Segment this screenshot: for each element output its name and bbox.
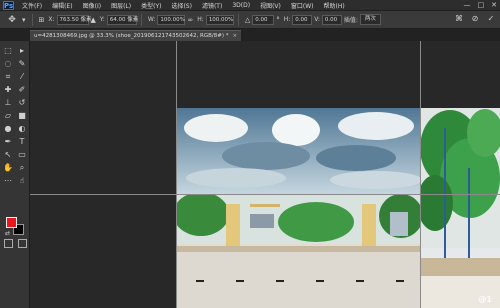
separator [140, 13, 142, 26]
menu-window[interactable]: 窗口(W) [286, 1, 319, 10]
path-select-tool-icon[interactable]: ↖ [2, 149, 14, 161]
menu-file[interactable]: 文件(F) [17, 1, 47, 10]
brush-tool-icon[interactable]: ✐ [16, 84, 28, 96]
interpolation-select[interactable]: 两次 [359, 14, 381, 25]
maximize-button[interactable]: □ [478, 1, 485, 10]
gradient-tool-icon[interactable]: ■ [16, 110, 28, 122]
guide-horizontal[interactable] [30, 194, 500, 195]
width-field[interactable]: 100.00% [157, 14, 186, 25]
triangle-icon[interactable]: ▲ [91, 16, 96, 24]
angle-field[interactable]: 0.00 [252, 14, 275, 25]
v-skew-field[interactable]: 0.00 [321, 14, 342, 25]
foreground-color-swatch[interactable] [6, 217, 17, 228]
eyedropper-tool-icon[interactable]: ⁄ [16, 71, 28, 83]
minimize-button[interactable]: — [464, 1, 471, 10]
separator [31, 13, 33, 26]
height-field[interactable]: 100.00% [205, 14, 234, 25]
menu-3d[interactable]: 3D(D) [227, 2, 255, 9]
screen-mode-icon[interactable] [18, 239, 27, 248]
menu-select[interactable]: 选择(S) [166, 1, 197, 10]
w-label: W: [147, 16, 156, 23]
commit-transform-icon[interactable]: ✓ [486, 14, 496, 24]
marquee-tool-icon[interactable]: ⬚ [2, 45, 14, 57]
cancel-transform-icon[interactable]: ⊘ [470, 14, 480, 24]
h-skew-label: H: [283, 16, 291, 23]
h-label: H: [197, 16, 204, 23]
degree-icon: ° [276, 15, 280, 24]
zoom-tool-icon[interactable]: ⌕ [16, 162, 28, 174]
eraser-tool-icon[interactable]: ▱ [2, 110, 14, 122]
dodge-tool-icon[interactable]: ◐ [16, 123, 28, 135]
pen-tool-icon[interactable]: ✒ [2, 136, 14, 148]
hand-tool-icon[interactable]: ✋ [2, 162, 14, 174]
warp-icon[interactable]: ⌘ [454, 14, 464, 24]
sky-layer[interactable] [176, 108, 420, 194]
quick-mask-icon[interactable] [4, 239, 13, 248]
history-brush-tool-icon[interactable]: ↺ [16, 97, 28, 109]
interpolation-label: 插值: [343, 17, 358, 24]
y-position-field[interactable]: 64.00 像素 [106, 14, 138, 25]
menu-type[interactable]: 类型(Y) [136, 1, 166, 10]
h-skew-field[interactable]: 0.00 [292, 14, 313, 25]
blur-tool-icon[interactable]: ● [2, 123, 14, 135]
swap-colors-icon[interactable]: ⇄ [5, 230, 10, 237]
y-label: Y: [99, 16, 105, 23]
chevron-down-icon[interactable]: ▾ [22, 16, 26, 24]
color-swatches: ⇄ [5, 216, 27, 238]
link-icon[interactable]: ∞ [187, 16, 193, 24]
clone-stamp-tool-icon[interactable]: ⊥ [2, 97, 14, 109]
window-controls: — □ ✕ [464, 1, 498, 10]
crop-tool-icon[interactable]: ⌗ [2, 71, 14, 83]
shape-tool-icon[interactable]: ▭ [16, 149, 28, 161]
close-button[interactable]: ✕ [491, 1, 497, 10]
toolbox: ⬚ ▸ ◌ ✎ ⌗ ⁄ ✚ ✐ ⊥ ↺ ▱ ■ ● ◐ ✒ T ↖ ▭ ✋ ⌕ … [0, 41, 30, 308]
tab-bar: u=4281308469.jpg @ 33.3% (shoe_201906121… [0, 29, 500, 41]
move-tool-icon[interactable]: ▸ [16, 45, 28, 57]
close-tab-icon[interactable]: × [233, 33, 238, 39]
menu-filter[interactable]: 滤镜(T) [197, 1, 227, 10]
gate-scene-layer [176, 194, 420, 308]
quick-select-tool-icon[interactable]: ✎ [16, 58, 28, 70]
x-label: X: [48, 16, 55, 23]
document-tab-title: u=4281308469.jpg @ 33.3% (shoe_201906121… [34, 33, 229, 39]
document-tab[interactable]: u=4281308469.jpg @ 33.3% (shoe_201906121… [30, 30, 242, 41]
menu-edit[interactable]: 编辑(E) [47, 1, 77, 10]
menu-bar: Ps 文件(F) 编辑(E) 图像(I) 图层(L) 类型(Y) 选择(S) 滤… [0, 0, 500, 11]
healing-brush-tool-icon[interactable]: ✚ [2, 84, 14, 96]
dots-icon[interactable]: ⋯ [2, 175, 14, 187]
guide-vertical-left[interactable] [176, 41, 177, 308]
watermark-text: @1 [478, 295, 492, 304]
menu-layer[interactable]: 图层(L) [106, 1, 136, 10]
menu-image[interactable]: 图像(I) [78, 1, 106, 10]
photoshop-logo: Ps [3, 0, 14, 10]
type-tool-icon[interactable]: T [16, 136, 28, 148]
commit-controls: ⌘ ⊘ ✓ [454, 14, 496, 24]
hand-small-icon[interactable]: ☝ [16, 175, 28, 187]
lasso-tool-icon[interactable]: ◌ [2, 58, 14, 70]
menu-view[interactable]: 视图(V) [255, 1, 286, 10]
menu-help[interactable]: 帮助(H) [319, 1, 350, 10]
v-skew-label: V: [314, 16, 320, 23]
guide-vertical-right[interactable] [420, 41, 421, 308]
reference-point-icon[interactable]: ⊞ [39, 16, 45, 24]
move-tool-icon[interactable]: ✥ [4, 13, 20, 27]
document-canvas[interactable]: @1 [176, 108, 500, 308]
tool-grid: ⬚ ▸ ◌ ✎ ⌗ ⁄ ✚ ✐ ⊥ ↺ ▱ ■ ● ◐ ✒ T ↖ ▭ ✋ ⌕ … [2, 45, 28, 187]
rotate-icon: △ [244, 15, 251, 24]
options-bar: ✥ ▾ ⊞ X: 763.50 像素 ▲ Y: 64.00 像素 W: 100.… [0, 11, 500, 29]
canvas-workspace[interactable]: @1 [30, 41, 500, 308]
right-scene-layer [420, 108, 500, 308]
mode-buttons [4, 239, 27, 248]
separator [237, 13, 239, 26]
x-position-field[interactable]: 763.50 像素 [56, 14, 92, 25]
